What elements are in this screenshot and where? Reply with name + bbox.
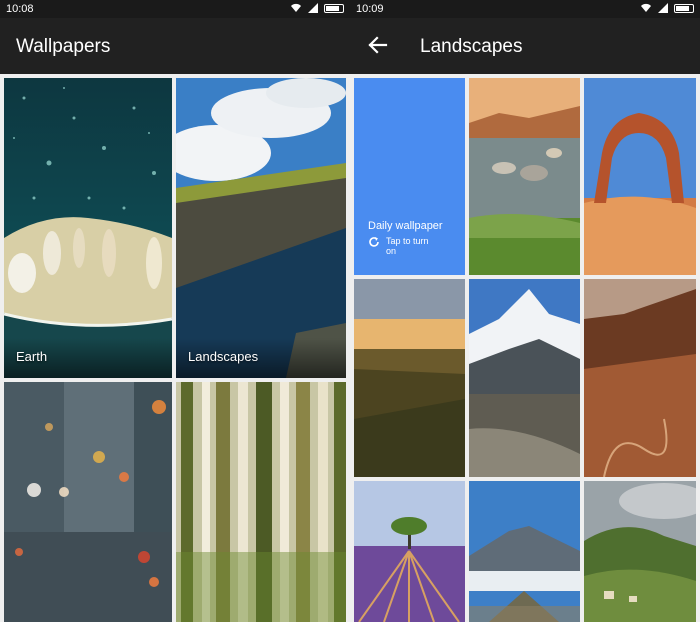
- city-bokeh-image: [4, 382, 172, 622]
- green-hills-image: [584, 481, 696, 622]
- app-bar: Landscapes: [350, 18, 700, 74]
- page-title: Wallpapers: [16, 36, 111, 57]
- page-title: Landscapes: [420, 36, 523, 57]
- signal-icon: [658, 3, 668, 13]
- wallpapers-screen: 10:08 Wallpapers Earth Landscapes: [0, 0, 350, 622]
- red-canyon-image: [584, 279, 696, 477]
- category-label: Earth: [16, 349, 48, 364]
- arch-image: [584, 78, 696, 275]
- landscapes-screen: 10:09 Landscapes Daily wallpaper Tap to …: [350, 0, 700, 622]
- category-tile-earth[interactable]: Earth: [4, 78, 172, 378]
- canyon-sunset-image: [354, 279, 465, 477]
- category-label: Landscapes: [188, 349, 259, 364]
- daily-wallpaper-title: Daily wallpaper: [368, 220, 443, 232]
- wallpaper-thumb-red-canyon[interactable]: [584, 279, 696, 477]
- status-time: 10:09: [356, 3, 384, 15]
- wallpaper-thumb-lavender[interactable]: [354, 481, 465, 622]
- forest-blur-image: [176, 382, 346, 622]
- battery-icon: [674, 3, 694, 13]
- wallpaper-thumb-canyon-sunset[interactable]: [354, 279, 465, 477]
- wallpaper-thumb-volcano[interactable]: [469, 481, 580, 622]
- wallpaper-thumb-arch[interactable]: [584, 78, 696, 275]
- status-icons: [640, 3, 694, 13]
- wifi-icon: [291, 3, 301, 13]
- battery-icon: [324, 3, 344, 13]
- wallpaper-thumb-green-hills[interactable]: [584, 481, 696, 622]
- signal-icon: [308, 3, 318, 13]
- status-time: 10:08: [6, 3, 34, 15]
- daily-wallpaper-subtitle: Tap to turn on: [386, 236, 429, 256]
- app-bar: Wallpapers: [0, 18, 350, 74]
- earth-image: [4, 78, 172, 378]
- status-bar: 10:09: [350, 0, 700, 18]
- wallpaper-thumb-rocky-lake[interactable]: [469, 78, 580, 275]
- status-bar: 10:08: [0, 0, 350, 18]
- lavender-field-image: [354, 481, 465, 622]
- daily-wallpaper-toggle[interactable]: Tap to turn on: [368, 236, 429, 256]
- volcano-image: [469, 481, 580, 622]
- back-arrow-icon[interactable]: [366, 34, 388, 56]
- wifi-icon: [641, 3, 651, 13]
- wallpaper-thumb-mountain[interactable]: [469, 279, 580, 477]
- category-tile-4[interactable]: [176, 382, 346, 622]
- refresh-icon: [369, 237, 379, 247]
- landscapes-image: [176, 78, 346, 378]
- category-tile-landscapes[interactable]: Landscapes: [176, 78, 346, 378]
- category-tile-3[interactable]: [4, 382, 172, 622]
- snowy-mountain-image: [469, 279, 580, 477]
- daily-wallpaper-subtitle-line1: Tap to turn: [386, 236, 429, 246]
- status-icons: [290, 3, 344, 13]
- daily-wallpaper-subtitle-line2: on: [386, 246, 397, 256]
- rocky-lake-image: [469, 78, 580, 275]
- daily-wallpaper-card[interactable]: Daily wallpaper Tap to turn on: [354, 78, 465, 275]
